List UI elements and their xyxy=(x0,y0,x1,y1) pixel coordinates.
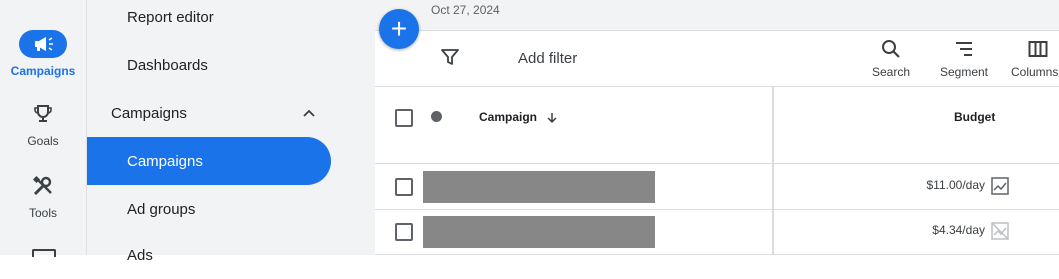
column-header-label: Campaign xyxy=(479,110,538,124)
segment-button[interactable]: Segment xyxy=(935,39,993,79)
sort-down-icon xyxy=(547,112,557,123)
rail-item-tools[interactable]: Tools xyxy=(0,172,86,220)
table-row[interactable]: $4.34/day xyxy=(375,209,1059,255)
left-rail: Campaigns Goals Tools xyxy=(0,0,87,257)
redacted-campaign-name xyxy=(423,216,655,248)
filter-icon[interactable] xyxy=(441,48,459,66)
nav-item-label: Report editor xyxy=(127,8,214,26)
segment-label: Segment xyxy=(939,65,989,79)
row-checkbox[interactable] xyxy=(395,178,413,196)
table-header: Campaign Budget xyxy=(375,87,1059,164)
columns-label: Columns xyxy=(1011,65,1059,79)
columns-icon xyxy=(1028,41,1048,57)
search-icon xyxy=(882,40,900,58)
trophy-icon xyxy=(19,100,67,128)
status-column-icon[interactable] xyxy=(431,111,442,122)
table-toolbar: Add filter Search Segment Columns xyxy=(375,30,1059,87)
budget-value: $11.00/day xyxy=(926,178,986,192)
column-divider[interactable] xyxy=(772,87,774,255)
chevron-up-icon xyxy=(303,109,315,117)
segment-icon xyxy=(956,42,972,56)
nav-group-campaigns[interactable]: Campaigns xyxy=(87,89,331,137)
rail-label-goals: Goals xyxy=(27,134,59,148)
chart-disabled-icon[interactable] xyxy=(991,222,1009,240)
date-strip: Oct 27, 2024 xyxy=(375,0,1059,31)
add-filter-button[interactable]: Add filter xyxy=(518,50,577,67)
line-chart-icon[interactable] xyxy=(991,177,1009,195)
rail-label-campaigns: Campaigns xyxy=(10,64,76,78)
nav-item-label: Dashboards xyxy=(127,56,208,74)
date-range[interactable]: Oct 27, 2024 xyxy=(431,3,500,17)
row-checkbox[interactable] xyxy=(395,223,413,241)
nav-item-campaigns[interactable]: Campaigns xyxy=(87,137,331,185)
columns-button[interactable]: Columns xyxy=(1011,39,1059,79)
search-label: Search xyxy=(871,65,911,79)
nav-item-ads[interactable]: Ads xyxy=(87,231,331,279)
rail-more-icon[interactable] xyxy=(32,249,56,257)
search-button[interactable]: Search xyxy=(869,39,913,79)
nav-group-label: Campaigns xyxy=(111,104,187,122)
main-content: Oct 27, 2024 + Add filter Search Segment xyxy=(375,0,1059,255)
nav-item-label: Ad groups xyxy=(127,200,196,218)
megaphone-icon xyxy=(19,30,67,58)
rail-item-campaigns[interactable]: Campaigns xyxy=(0,30,86,78)
nav-item-label: Ads xyxy=(127,246,153,264)
nav-item-ad-groups[interactable]: Ad groups xyxy=(87,185,331,233)
column-header-campaign[interactable]: Campaign xyxy=(479,110,558,124)
redacted-campaign-name xyxy=(423,171,655,203)
column-header-budget[interactable]: Budget xyxy=(954,110,995,124)
tools-icon xyxy=(19,172,67,200)
nav-item-label: Campaigns xyxy=(127,152,203,170)
rail-label-tools: Tools xyxy=(28,206,57,220)
budget-value: $4.34/day xyxy=(932,223,985,237)
nav-item-report-editor[interactable]: Report editor xyxy=(87,0,331,41)
side-nav: Report editor Dashboards Campaigns Campa… xyxy=(87,0,375,264)
nav-item-dashboards[interactable]: Dashboards xyxy=(87,41,331,89)
table-row[interactable]: $11.00/day xyxy=(375,164,1059,210)
select-all-checkbox[interactable] xyxy=(395,109,413,127)
rail-item-goals[interactable]: Goals xyxy=(0,100,86,148)
